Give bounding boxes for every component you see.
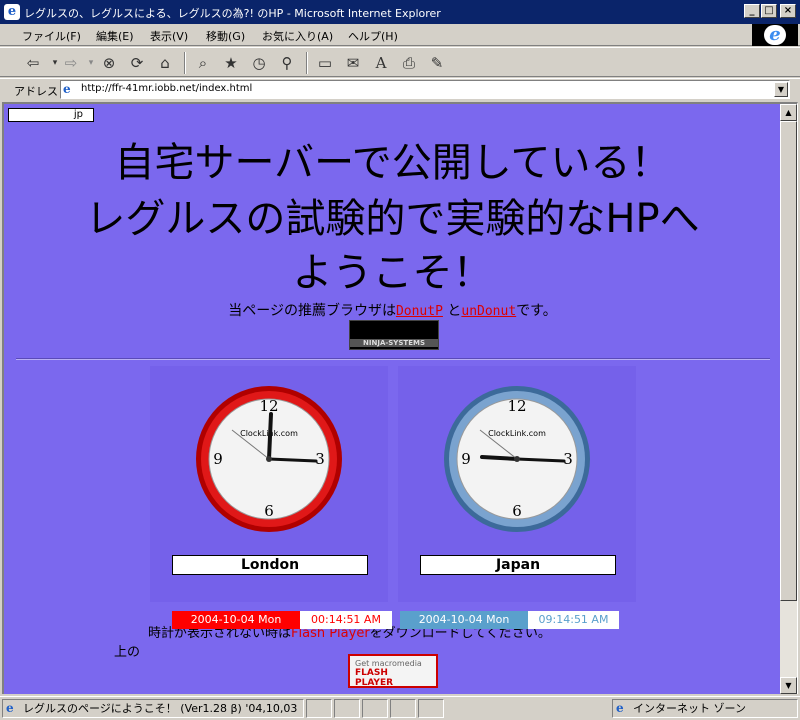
browser-rec-prefix: 当ページの推薦ブラウザは bbox=[228, 303, 396, 319]
home-icon[interactable]: ⌂ bbox=[154, 52, 176, 74]
toolbar: ⇦ ▾ ⇨ ▾ ⊗ ⟳ ⌂ ⌕ ★ ◷ ⚲ ▭ ✉ A ⎙ ✎ bbox=[0, 47, 800, 77]
forward-icon[interactable]: ⇨ bbox=[60, 52, 82, 74]
time-bar: 2004-10-04 Mon 00:14:51 AM 2004-10-04 Mo… bbox=[172, 611, 619, 629]
flash-badge-line1: Get macromedia bbox=[355, 659, 422, 668]
status-message-panel: e レグルスのページにようこそ！ (Ver1.28 β) '04,10,03 H… bbox=[2, 699, 304, 718]
menu-help[interactable]: ヘルプ(H) bbox=[348, 28, 398, 44]
back-icon[interactable]: ⇦ bbox=[22, 52, 44, 74]
horizontal-rule bbox=[16, 358, 770, 360]
maximize-button[interactable]: □ bbox=[761, 4, 777, 18]
mail-icon[interactable]: ✉ bbox=[342, 52, 364, 74]
menu-bar: ファイル(F) 編集(E) 表示(V) 移動(G) お気に入り(A) ヘルプ(H… bbox=[0, 24, 800, 46]
japan-minute-hand bbox=[515, 457, 566, 463]
ninja-systems-banner[interactable]: NINJA-SYSTEMS bbox=[349, 320, 439, 350]
print-icon[interactable]: ⎙ bbox=[398, 52, 420, 74]
svg-text:12: 12 bbox=[259, 397, 278, 415]
status-panel bbox=[418, 699, 444, 718]
edit-icon[interactable]: ✎ bbox=[426, 52, 448, 74]
headline-line-2: レグルスの試験的で実験的なHPへ bbox=[85, 196, 700, 242]
london-time: 00:14:51 AM bbox=[300, 611, 392, 629]
menu-go[interactable]: 移動(G) bbox=[206, 28, 245, 44]
clock-widget-japan[interactable]: 12 3 6 9 ClockLink.com Japan bbox=[398, 366, 636, 602]
page-status-icon: e bbox=[6, 701, 14, 715]
japan-clock-face: 12 3 6 9 ClockLink.com bbox=[444, 386, 590, 532]
title-bar: e レグルスの、レグルスによる、レグルスの為?! のHP - Microsoft… bbox=[0, 0, 800, 24]
london-clock-face: 12 3 6 9 ClockLink.com bbox=[196, 386, 342, 532]
refresh-icon[interactable]: ⟳ bbox=[126, 52, 148, 74]
svg-text:12: 12 bbox=[507, 397, 526, 415]
status-panel bbox=[390, 699, 416, 718]
menu-edit[interactable]: 編集(E) bbox=[96, 28, 134, 44]
svg-text:9: 9 bbox=[461, 450, 471, 468]
stop-icon[interactable]: ⊗ bbox=[98, 52, 120, 74]
web-page: jp 自宅サーバーで公開している！ レグルスの試験的で実験的なHPへ ようこそ！… bbox=[4, 104, 781, 694]
browser-rec-mid: と bbox=[442, 303, 462, 319]
language-selector[interactable]: jp bbox=[8, 108, 94, 122]
donutp-link[interactable]: DonutP bbox=[396, 304, 443, 319]
london-hour-hand bbox=[267, 412, 273, 461]
ie-icon: e bbox=[4, 4, 20, 20]
ie-throbber-icon: e bbox=[752, 24, 798, 46]
internet-zone-icon: e bbox=[616, 701, 624, 715]
svg-text:6: 6 bbox=[264, 502, 274, 520]
address-dropdown-icon[interactable]: ▼ bbox=[774, 82, 788, 97]
city-label-london: London bbox=[172, 555, 368, 575]
zone-label: インターネット ゾーン bbox=[633, 702, 746, 715]
browser-rec-suffix: です。 bbox=[516, 303, 557, 319]
japan-clock-brand: ClockLink.com bbox=[488, 429, 546, 438]
get-flash-player-badge[interactable]: Get macromedia FLASH PLAYER bbox=[348, 654, 438, 688]
content-frame: jp 自宅サーバーで公開している！ レグルスの試験的で実験的なHPへ ようこそ！… bbox=[2, 102, 798, 694]
menu-file[interactable]: ファイル(F) bbox=[22, 28, 81, 44]
address-input[interactable]: e http://ffr-41mr.iobb.net/index.html ▼ bbox=[60, 80, 790, 99]
menu-favorites[interactable]: お気に入り(A) bbox=[262, 28, 333, 44]
language-label: jp bbox=[73, 109, 83, 120]
london-date: 2004-10-04 Mon bbox=[172, 611, 300, 629]
japan-date: 2004-10-04 Mon bbox=[400, 611, 528, 629]
favorites-icon[interactable]: ★ bbox=[220, 52, 242, 74]
status-bar: e レグルスのページにようこそ！ (Ver1.28 β) '04,10,03 H… bbox=[0, 696, 800, 720]
close-button[interactable]: × bbox=[780, 4, 796, 18]
history-icon[interactable]: ◷ bbox=[248, 52, 270, 74]
search-icon[interactable]: ⌕ bbox=[192, 52, 214, 74]
minimize-button[interactable]: _ bbox=[744, 4, 760, 18]
japan-time: 09:14:51 AM bbox=[528, 611, 619, 629]
svg-text:3: 3 bbox=[563, 450, 573, 468]
svg-text:9: 9 bbox=[213, 450, 223, 468]
page-icon: e bbox=[63, 82, 71, 96]
toolbar-separator bbox=[306, 52, 308, 74]
undonut-link[interactable]: unDonut bbox=[461, 304, 516, 319]
font-icon[interactable]: A bbox=[370, 52, 392, 74]
window-title: レグルスの、レグルスによる、レグルスの為?! のHP - Microsoft I… bbox=[24, 7, 441, 20]
svg-text:3: 3 bbox=[315, 450, 325, 468]
ninja-label: NINJA-SYSTEMS bbox=[350, 339, 438, 347]
address-url[interactable]: http://ffr-41mr.iobb.net/index.html bbox=[81, 83, 252, 94]
headline-line-3: ようこそ！ bbox=[292, 250, 493, 296]
vertical-scrollbar[interactable]: ▲ ▼ bbox=[780, 104, 797, 694]
flash-note-line2: 上の bbox=[114, 645, 141, 660]
flash-badge-line2: FLASH bbox=[355, 668, 388, 678]
fullscreen-icon[interactable]: ▭ bbox=[314, 52, 336, 74]
flash-badge-line3: PLAYER bbox=[355, 678, 394, 688]
clock-widget-london[interactable]: 12 3 6 9 ClockLink.com London bbox=[150, 366, 388, 602]
svg-text:6: 6 bbox=[512, 502, 522, 520]
status-message: レグルスのページにようこそ！ (Ver1.28 β) '04,10,03 HOT… bbox=[23, 702, 303, 715]
japan-hour-hand bbox=[480, 455, 519, 461]
toolbar-separator bbox=[184, 52, 186, 74]
browser-recommendation: 当ページの推薦ブラウザはDonutP とunDonutです。 bbox=[4, 300, 781, 320]
london-minute-hand bbox=[267, 457, 318, 463]
scroll-thumb[interactable] bbox=[780, 121, 797, 601]
status-panel bbox=[306, 699, 332, 718]
channels-icon[interactable]: ⚲ bbox=[276, 52, 298, 74]
address-bar: アドレス e http://ffr-41mr.iobb.net/index.ht… bbox=[0, 78, 800, 100]
security-zone-panel: e インターネット ゾーン bbox=[612, 699, 798, 718]
address-label: アドレス bbox=[14, 85, 58, 98]
city-label-japan: Japan bbox=[420, 555, 616, 575]
status-panel bbox=[362, 699, 388, 718]
scroll-down-icon[interactable]: ▼ bbox=[780, 677, 797, 694]
status-panel bbox=[334, 699, 360, 718]
headline-line-1: 自宅サーバーで公開している！ bbox=[114, 140, 671, 186]
menu-view[interactable]: 表示(V) bbox=[150, 28, 188, 44]
scroll-up-icon[interactable]: ▲ bbox=[780, 104, 797, 121]
